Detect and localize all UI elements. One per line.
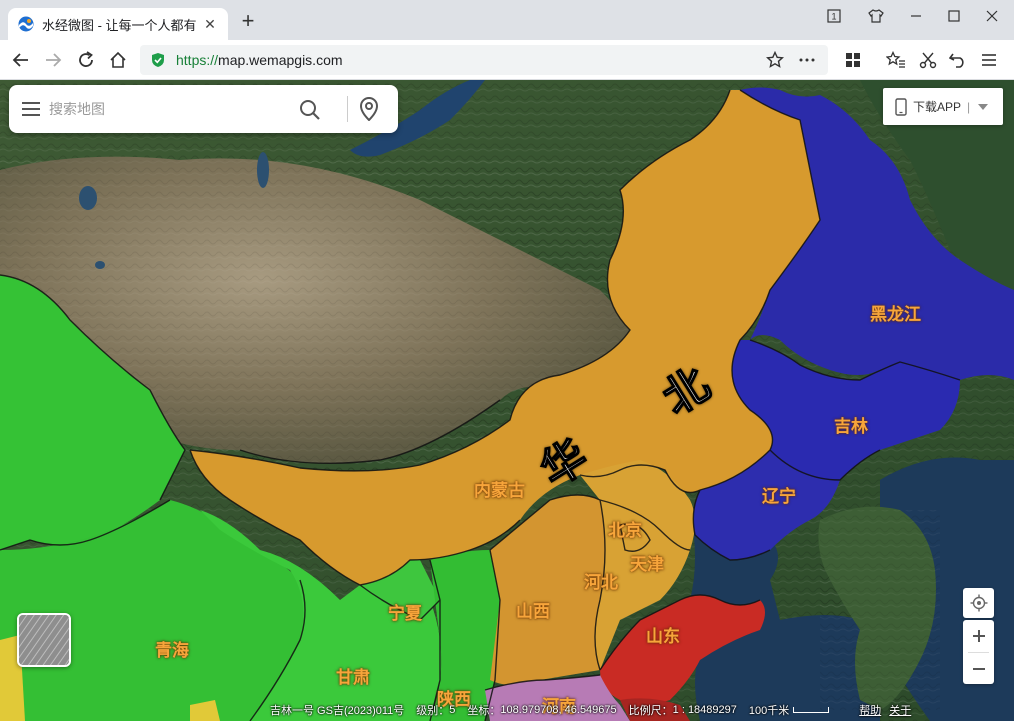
tab-close-icon[interactable]: ✕ — [202, 16, 218, 33]
search-panel — [9, 85, 398, 133]
help-link[interactable]: 帮助 — [859, 702, 881, 718]
maximize-icon[interactable] — [940, 4, 968, 28]
minus-icon — [972, 668, 985, 670]
province-label-liaoning[interactable]: 辽宁 — [762, 482, 796, 507]
plus-icon — [972, 630, 985, 642]
province-label-neimenggu[interactable]: 内蒙古 — [474, 476, 525, 501]
more-dots-icon[interactable] — [794, 45, 820, 75]
coordinate-value: 108.979708, 46.549675 — [500, 704, 617, 716]
tab-bar: 水经微图 - 让每一个人都有自 ✕ + 1 — [0, 0, 1014, 40]
crosshair-icon — [970, 594, 987, 612]
download-app-separator: | — [967, 99, 971, 114]
forward-icon[interactable] — [41, 48, 65, 72]
layer-switch-button[interactable] — [17, 613, 71, 667]
map-canvas[interactable]: 华 北 黑龙江 吉林 辽宁 内蒙古 北京 天津 河北 山西 山东 宁夏 青海 甘… — [0, 80, 1014, 721]
address-bar[interactable]: https://map.wemapgis.com — [140, 45, 828, 75]
minimize-icon[interactable] — [902, 4, 930, 28]
new-tab-icon[interactable]: + — [236, 10, 260, 34]
map-status-bar: 吉林一号 GS吉(2023)011号 级别： 5 坐标： 108.979708,… — [270, 699, 1014, 721]
province-label-beijing[interactable]: 北京 — [608, 516, 642, 541]
browser-tab[interactable]: 水经微图 - 让每一个人都有自 ✕ — [8, 8, 228, 40]
province-label-qinghai[interactable]: 青海 — [155, 636, 189, 661]
scissors-icon[interactable] — [916, 48, 940, 72]
shirt-icon[interactable] — [862, 4, 890, 28]
download-app-button[interactable]: 下载APP | — [883, 88, 1003, 125]
zoom-level-label: 级别： — [416, 705, 450, 717]
scale-bar — [793, 707, 830, 713]
hamburger-menu-icon[interactable] — [21, 101, 41, 117]
close-window-icon[interactable] — [978, 4, 1006, 28]
site-logo-icon — [18, 16, 34, 32]
apps-grid-icon[interactable] — [841, 48, 865, 72]
zoom-out-button[interactable] — [963, 653, 994, 685]
url-host: map.wemapgis.com — [218, 52, 343, 68]
phone-icon — [895, 97, 907, 116]
caret-down-icon[interactable] — [978, 103, 989, 110]
undo-icon[interactable] — [946, 48, 970, 72]
province-label-hebei[interactable]: 河北 — [584, 568, 618, 593]
scale-ratio-value: 1 : 18489297 — [672, 704, 737, 716]
map-base-layer — [0, 80, 1014, 721]
tab-title: 水经微图 - 让每一个人都有自 — [42, 17, 196, 33]
url-scheme: https:// — [176, 52, 219, 68]
location-pin-icon[interactable] — [358, 97, 380, 121]
bookmark-star-icon[interactable] — [762, 45, 788, 75]
search-input[interactable] — [49, 101, 279, 117]
province-label-tianjin[interactable]: 天津 — [630, 550, 664, 575]
zoom-level-value: 5 — [449, 704, 456, 716]
favorites-list-icon[interactable] — [884, 48, 908, 72]
back-icon[interactable] — [9, 48, 33, 72]
search-icon[interactable] — [299, 99, 321, 121]
secure-shield-icon — [152, 53, 164, 67]
reload-icon[interactable] — [74, 48, 98, 72]
download-app-label: 下载APP — [913, 100, 962, 114]
coordinate-label: 坐标： — [467, 705, 501, 717]
search-divider — [347, 96, 348, 122]
browser-toolbar: https://map.wemapgis.com — [0, 40, 1014, 80]
svg-text:1: 1 — [831, 12, 836, 22]
map-attribution: 吉林一号 GS吉(2023)011号 — [270, 705, 405, 717]
about-link[interactable]: 关于 — [889, 702, 911, 718]
province-label-heilongjiang[interactable]: 黑龙江 — [870, 300, 921, 325]
menu-icon[interactable] — [977, 48, 1001, 72]
zoom-in-button[interactable] — [963, 620, 994, 652]
scale-ratio-label: 比例尺： — [628, 705, 673, 717]
home-icon[interactable] — [106, 48, 130, 72]
locate-me-button[interactable] — [963, 588, 994, 618]
satellite-layer-icon — [19, 615, 69, 665]
province-label-jilin[interactable]: 吉林 — [834, 412, 868, 437]
province-label-shanxi[interactable]: 山西 — [516, 597, 550, 622]
tab-count-icon[interactable]: 1 — [820, 4, 848, 28]
province-label-shandong[interactable]: 山东 — [646, 622, 680, 647]
province-label-gansu[interactable]: 甘肃 — [336, 663, 370, 688]
zoom-control — [963, 620, 994, 684]
province-label-ningxia[interactable]: 宁夏 — [388, 599, 422, 624]
scale-bar-label: 100千米 — [748, 705, 790, 717]
